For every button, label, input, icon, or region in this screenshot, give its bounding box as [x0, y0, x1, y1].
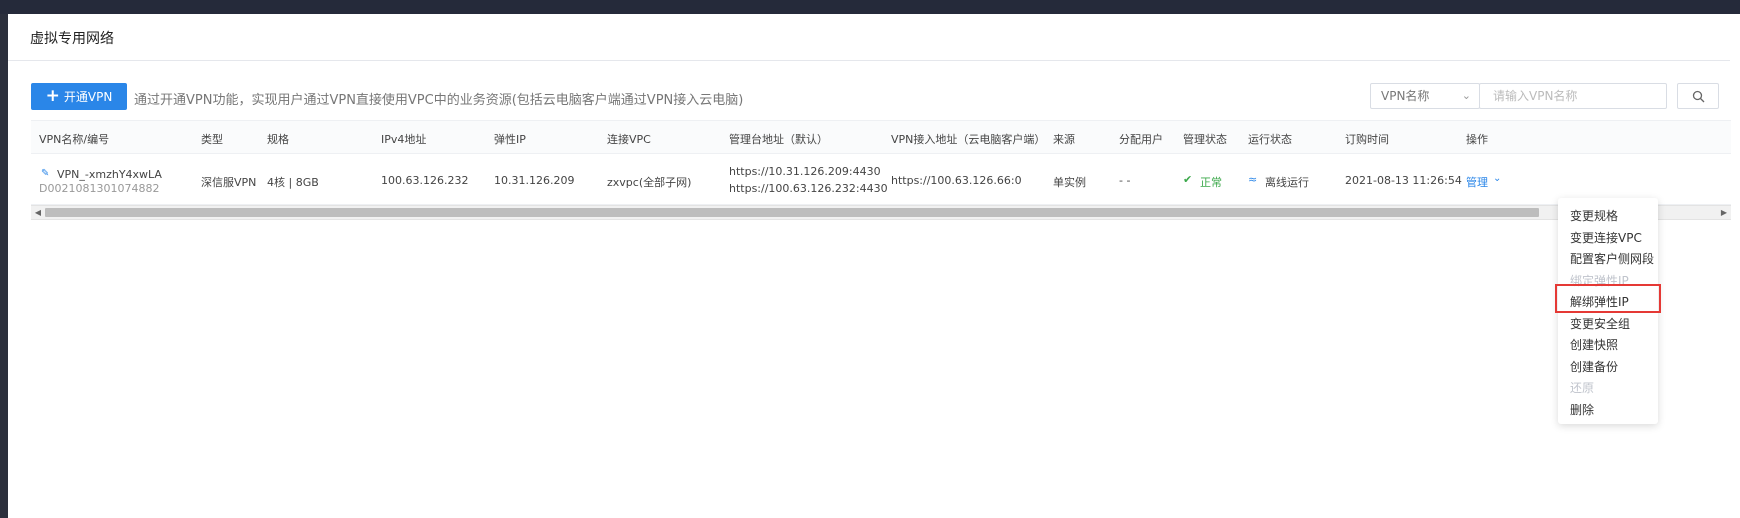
col-header: 操作 — [1466, 133, 1488, 146]
vpn-type: 深信服VPN — [201, 176, 257, 189]
filter-select-value: VPN名称 — [1381, 89, 1430, 103]
menu-item-create-backup[interactable]: 创建备份 — [1570, 358, 1618, 375]
menu-item-client-subnet[interactable]: 配置客户侧网段 — [1570, 250, 1654, 267]
open-vpn-label: 开通VPN — [63, 90, 113, 104]
page-title: 虚拟专用网络 — [30, 31, 114, 47]
menu-item-create-snapshot[interactable]: 创建快照 — [1570, 336, 1618, 353]
menu-item-delete[interactable]: 删除 — [1570, 401, 1594, 418]
page-header: 虚拟专用网络 — [8, 14, 1730, 61]
col-header: 类型 — [201, 133, 223, 146]
col-header: 来源 — [1053, 133, 1075, 146]
vpn-user: - - — [1119, 174, 1131, 187]
menu-item-change-security-group[interactable]: 变更安全组 — [1570, 315, 1630, 332]
vpn-name: VPN_-xmzhY4xwLA — [57, 168, 162, 181]
open-vpn-button[interactable]: + 开通VPN — [31, 83, 127, 110]
horizontal-scrollbar[interactable]: ◀ ▶ — [31, 205, 1731, 220]
col-header: 管理状态 — [1183, 133, 1227, 146]
vpn-source: 单实例 — [1053, 176, 1086, 189]
search-input[interactable]: 请输入VPN名称 — [1479, 83, 1667, 109]
table-row: ✎ VPN_-xmzhY4xwLA D0021081301074882 深信服V… — [31, 154, 1731, 205]
col-header: VPN接入地址（云电脑客户端） — [891, 133, 1046, 146]
chevron-down-icon[interactable]: ⌄ — [1493, 173, 1501, 184]
access-addr: https://100.63.126.66:0 — [891, 174, 1022, 187]
scroll-right-arrow-icon[interactable]: ▶ — [1717, 206, 1731, 219]
chevron-down-icon: ⌄ — [1461, 89, 1471, 102]
col-header: 订购时间 — [1345, 133, 1389, 146]
manage-link[interactable]: 管理 — [1466, 174, 1488, 190]
col-header: 管理台地址（默认） — [729, 133, 828, 146]
toolbar-tip: 通过开通VPN功能，实现用户通过VPN直接使用VPC中的业务资源(包括云电脑客户… — [134, 93, 744, 108]
vpn-vpc: zxvpc(全部子网) — [607, 176, 692, 189]
menu-item-restore: 还原 — [1570, 381, 1595, 395]
vpn-id: D0021081301074882 — [39, 182, 160, 195]
check-circle-icon: ✔ — [1183, 173, 1193, 186]
col-header: 分配用户 — [1119, 133, 1163, 146]
col-header: IPv4地址 — [381, 133, 427, 146]
col-header: 规格 — [267, 133, 289, 146]
run-status: 离线运行 — [1265, 176, 1309, 189]
order-time: 2021-08-13 11:26:54 — [1345, 174, 1462, 187]
search-button[interactable] — [1677, 83, 1719, 109]
table-header: VPN名称/编号 类型 规格 IPv4地址 弹性IP 连接VPC 管理台地址（默… — [31, 121, 1731, 154]
vpn-ipv4: 100.63.126.232 — [381, 174, 469, 187]
vpn-spec: 4核 | 8GB — [267, 176, 319, 189]
col-header: 弹性IP — [494, 133, 526, 146]
filter-select[interactable]: VPN名称 ⌄ — [1370, 83, 1480, 109]
scrollbar-thumb[interactable] — [45, 208, 1539, 217]
menu-item-change-spec[interactable]: 变更规格 — [1570, 207, 1618, 224]
mgmt-addr-2: https://100.63.126.232:4430 — [729, 182, 888, 195]
page: 虚拟专用网络 + 开通VPN 通过开通VPN功能，实现用户通过VPN直接使用VP… — [8, 14, 1740, 518]
wifi-icon: ≈ — [1248, 173, 1258, 186]
highlight-box — [1555, 284, 1661, 313]
col-header: 运行状态 — [1248, 133, 1292, 146]
vpn-table: VPN名称/编号 类型 规格 IPv4地址 弹性IP 连接VPC 管理台地址（默… — [31, 120, 1731, 213]
vpn-eip: 10.31.126.209 — [494, 174, 575, 187]
col-header: VPN名称/编号 — [39, 133, 110, 146]
mgmt-addr-1: https://10.31.126.209:4430 — [729, 165, 881, 178]
plus-icon: + — [45, 86, 60, 106]
edit-icon[interactable]: ✎ — [41, 168, 49, 179]
col-header: 连接VPC — [607, 133, 651, 146]
menu-item-change-vpc[interactable]: 变更连接VPC — [1570, 229, 1642, 246]
scroll-left-arrow-icon[interactable]: ◀ — [31, 206, 45, 219]
top-bar — [0, 0, 1740, 14]
mgmt-status: 正常 — [1200, 176, 1222, 189]
search-icon — [1692, 90, 1704, 102]
